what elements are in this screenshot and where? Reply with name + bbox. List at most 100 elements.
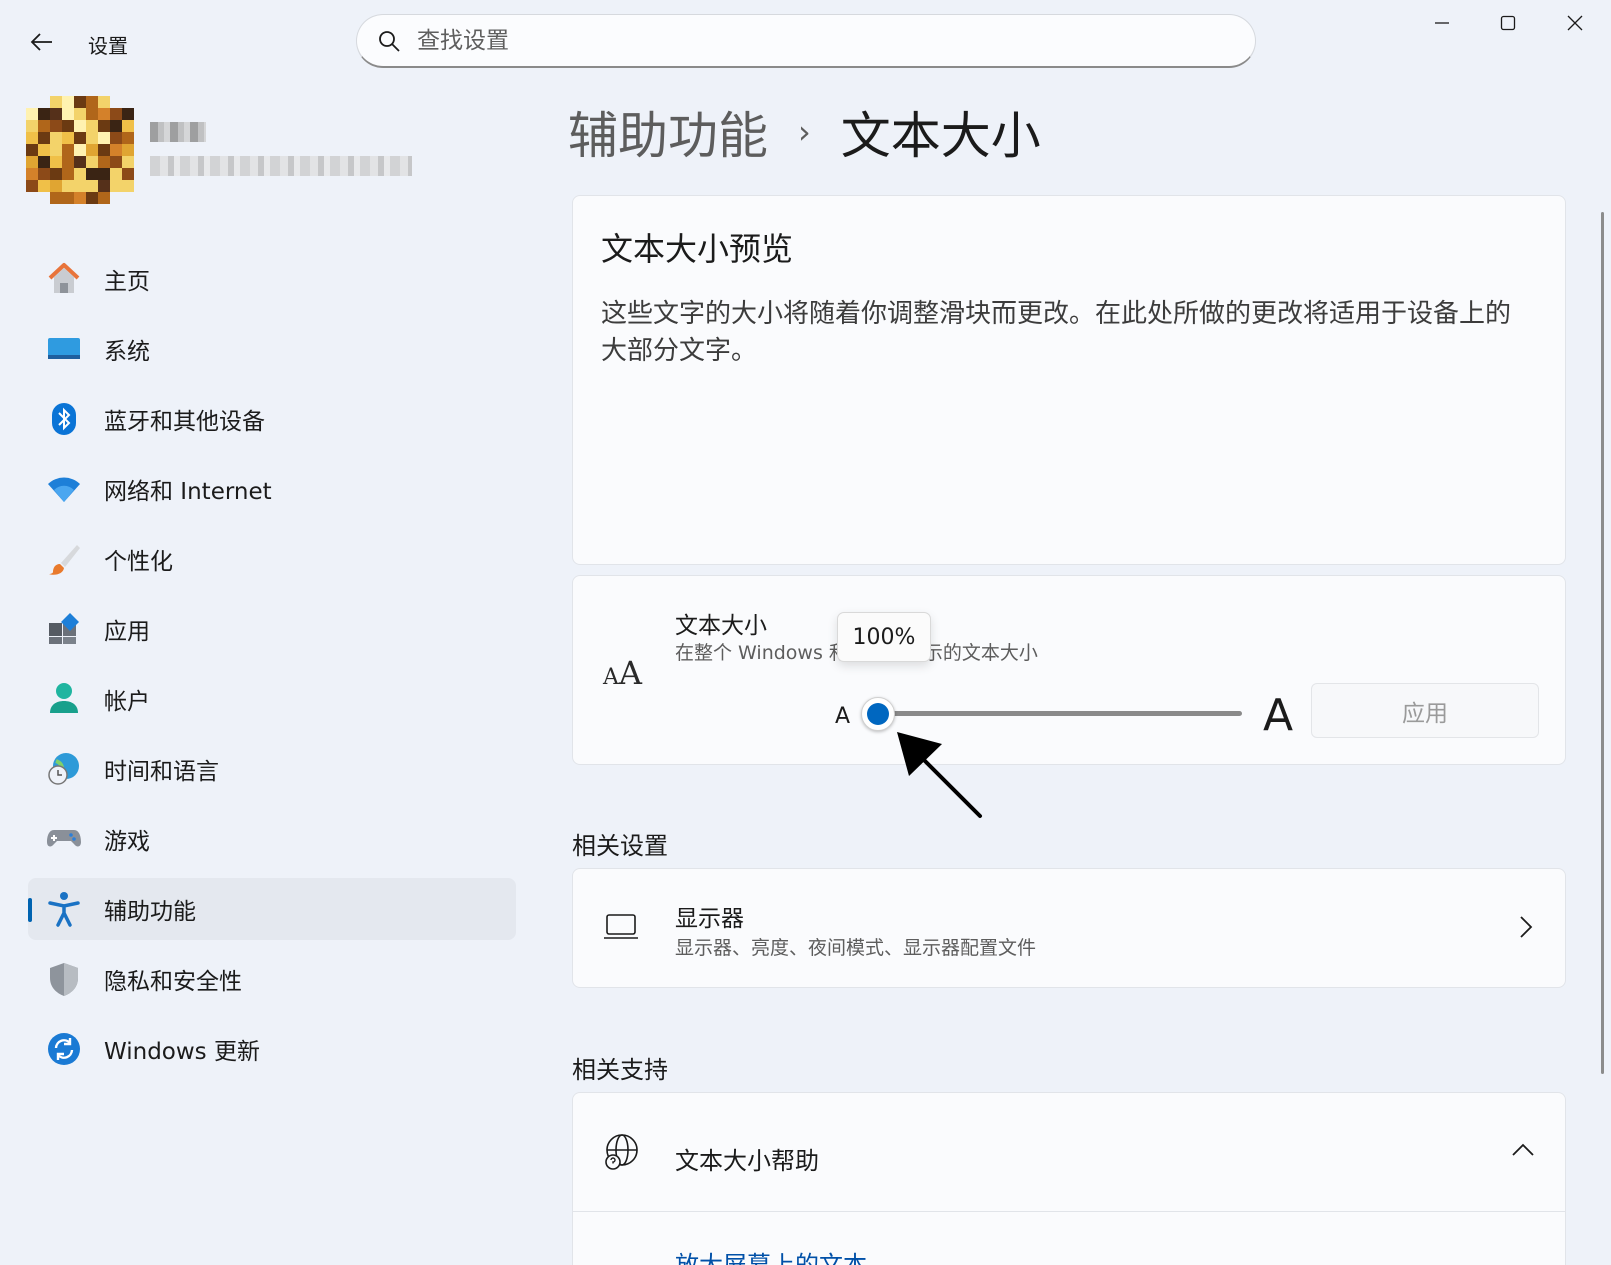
maximize-button[interactable] (1474, 0, 1542, 46)
text-size-title: 文本大小 (675, 613, 767, 639)
app-title: 设置 (88, 34, 128, 58)
scrollbar[interactable] (1601, 212, 1604, 1074)
sidebar-item-label: 应用 (104, 619, 150, 645)
text-size-icon-large-glyph: A (618, 654, 642, 692)
avatar-pixel (62, 144, 74, 156)
sidebar-item-home[interactable]: 主页 (28, 248, 516, 310)
close-button[interactable] (1541, 0, 1609, 46)
sidebar-item-label: 游戏 (104, 829, 150, 855)
avatar-pixel (86, 168, 98, 180)
avatar-pixel (86, 192, 98, 204)
chevron-up-icon[interactable] (1511, 1143, 1535, 1157)
sidebar-item-label: Windows 更新 (104, 1039, 260, 1065)
bluetooth-icon (46, 401, 82, 437)
avatar-pixel (62, 132, 74, 144)
avatar-pixel (86, 144, 98, 156)
avatar-pixel (26, 96, 38, 108)
sidebar-item-accounts[interactable]: 帐户 (28, 668, 516, 730)
sidebar-item-system[interactable]: 系统 (28, 318, 516, 380)
settings-window: 设置 主页 系统 蓝牙和其他设备 (0, 0, 1611, 1265)
shield-icon (46, 961, 82, 997)
avatar-pixel (98, 192, 110, 204)
avatar-pixel (26, 168, 38, 180)
search-box[interactable] (356, 14, 1256, 68)
laptop-icon (604, 914, 638, 939)
breadcrumb-parent-link[interactable]: 辅助功能 (568, 96, 768, 168)
sidebar-item-network[interactable]: 网络和 Internet (28, 458, 516, 520)
avatar-pixel (62, 192, 74, 204)
avatar-pixel (98, 132, 110, 144)
sidebar-item-time-language[interactable]: 时间和语言 (28, 738, 516, 800)
avatar-pixel (50, 192, 62, 204)
avatar-pixel (122, 108, 134, 120)
slider-max-label: A (1263, 690, 1294, 741)
avatar-pixel (62, 168, 74, 180)
user-icon (46, 681, 82, 717)
avatar-pixel (122, 120, 134, 132)
back-button[interactable] (20, 22, 64, 62)
sidebar-item-accessibility[interactable]: 辅助功能 (28, 878, 516, 940)
sidebar-item-bluetooth[interactable]: 蓝牙和其他设备 (28, 388, 516, 450)
help-link[interactable]: 放大屏幕上的文本 (675, 1245, 867, 1265)
avatar-pixel (50, 108, 62, 120)
sidebar-item-personalization[interactable]: 个性化 (28, 528, 516, 590)
avatar-pixel (86, 120, 98, 132)
sidebar-item-gaming[interactable]: 游戏 (28, 808, 516, 870)
avatar-pixel (50, 132, 62, 144)
paintbrush-icon (46, 541, 82, 577)
sidebar-item-label: 辅助功能 (104, 899, 196, 925)
sidebar-item-windows-update[interactable]: Windows 更新 (28, 1018, 516, 1080)
chevron-right-icon (1520, 916, 1533, 938)
profile-email-redacted (150, 156, 412, 176)
breadcrumb: 辅助功能 › 文本大小 (568, 96, 1041, 168)
avatar-pixel (62, 96, 74, 108)
avatar-pixel (74, 168, 86, 180)
avatar-pixel (110, 168, 122, 180)
avatar[interactable] (26, 96, 134, 204)
minimize-button[interactable] (1408, 0, 1476, 46)
apply-button[interactable]: 应用 (1311, 683, 1539, 738)
close-icon (1567, 15, 1583, 31)
avatar-pixel (98, 120, 110, 132)
text-size-slider-thumb[interactable] (861, 697, 895, 731)
avatar-pixel (98, 144, 110, 156)
sidebar-nav: 主页 系统 蓝牙和其他设备 网络和 Internet 个性化 应用 帐户 时间和… (28, 248, 516, 1088)
minimize-icon (1435, 22, 1449, 24)
slider-value-tooltip: 100% (837, 612, 931, 662)
avatar-pixel (74, 108, 86, 120)
apps-icon (46, 611, 82, 647)
refresh-icon (46, 1031, 82, 1067)
search-input[interactable] (417, 27, 1197, 54)
divider (573, 1211, 1565, 1212)
text-size-slider-track[interactable] (878, 711, 1242, 716)
avatar-pixel (74, 132, 86, 144)
avatar-pixel (122, 192, 134, 204)
display-description: 显示器、亮度、夜间模式、显示器配置文件 (675, 937, 1037, 959)
avatar-pixel (62, 108, 74, 120)
avatar-pixel (26, 156, 38, 168)
text-size-help-card: 文本大小帮助 放大屏幕上的文本 (572, 1092, 1566, 1265)
monitor-icon (46, 331, 82, 367)
avatar-pixel (110, 132, 122, 144)
sidebar-item-apps[interactable]: 应用 (28, 598, 516, 660)
avatar-pixel (110, 156, 122, 168)
avatar-pixel (74, 192, 86, 204)
avatar-pixel (50, 156, 62, 168)
accessibility-icon (46, 891, 82, 927)
avatar-pixel (62, 156, 74, 168)
avatar-pixel (74, 156, 86, 168)
avatar-pixel (26, 180, 38, 192)
breadcrumb-separator: › (798, 113, 811, 151)
avatar-pixel (50, 180, 62, 192)
avatar-pixel (62, 180, 74, 192)
display-settings-link[interactable]: 显示器 显示器、亮度、夜间模式、显示器配置文件 (572, 868, 1566, 988)
avatar-pixel (50, 96, 62, 108)
related-settings-heading: 相关设置 (572, 832, 668, 860)
avatar-pixel (26, 120, 38, 132)
avatar-pixel (38, 168, 50, 180)
slider-min-label: A (835, 704, 851, 729)
profile-name-redacted (150, 122, 206, 142)
avatar-pixel (98, 108, 110, 120)
text-size-icon: AA (603, 654, 642, 692)
sidebar-item-privacy[interactable]: 隐私和安全性 (28, 948, 516, 1010)
